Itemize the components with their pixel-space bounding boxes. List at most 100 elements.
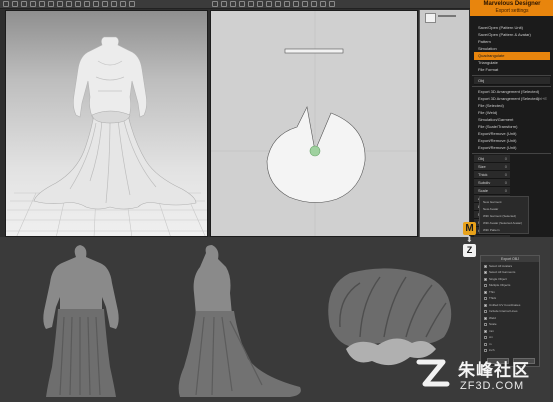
free-sewing-icon[interactable]	[284, 1, 290, 7]
texture-edit-icon[interactable]	[320, 1, 326, 7]
context-item[interactable]: New Avatar	[483, 207, 527, 212]
dialog-option[interactable]: Select All Garments	[484, 270, 538, 275]
texture-icon[interactable]	[66, 1, 72, 7]
pin-tool-icon[interactable]	[30, 1, 36, 7]
checkbox-icon[interactable]	[484, 343, 487, 346]
rotate-tool-icon[interactable]	[21, 1, 27, 7]
internal-line-icon[interactable]	[257, 1, 263, 7]
export-obj-dialog: Export OBJ Select All Avatars Select All…	[480, 255, 540, 367]
edit-curve-icon[interactable]	[293, 1, 299, 7]
divider	[472, 153, 551, 154]
fold-tool-icon[interactable]	[39, 1, 45, 7]
dialog-option-label: Thin	[489, 290, 495, 294]
rectangle-tool-icon[interactable]	[239, 1, 245, 7]
render-icon[interactable]	[102, 1, 108, 7]
curvature-icon[interactable]	[302, 1, 308, 7]
watermark-latin: ZF3D.COM	[460, 380, 525, 392]
property-row[interactable]: Obj 0	[474, 155, 510, 163]
avatar-icon[interactable]	[75, 1, 81, 7]
dialog-option-label: Select All Garments	[489, 270, 516, 274]
context-item[interactable]: New Garment	[483, 200, 527, 205]
dialog-option-label: Thick	[489, 296, 497, 300]
property-label: Thick	[478, 172, 488, 177]
pattern-transform-icon[interactable]	[221, 1, 227, 7]
dialog-option[interactable]: cm	[484, 335, 538, 340]
viewport-2d[interactable]	[210, 10, 418, 237]
dialog-option-label: Scale	[489, 322, 497, 326]
dialog-option[interactable]: Single Object	[484, 277, 538, 282]
dialog-option[interactable]: m	[484, 342, 538, 347]
checkbox-icon[interactable]	[484, 278, 487, 281]
dialog-option[interactable]: Weld	[484, 316, 538, 321]
annotation-icon[interactable]	[329, 1, 335, 7]
property-value: 0	[504, 164, 507, 169]
pattern-select-icon[interactable]	[212, 1, 218, 7]
checkbox-icon[interactable]	[484, 349, 487, 352]
camera-icon[interactable]	[93, 1, 99, 7]
dialog-option-label: Weld	[489, 316, 496, 320]
trace-icon[interactable]	[311, 1, 317, 7]
select-tool-icon[interactable]	[3, 1, 9, 7]
draped-cloth-render	[328, 268, 452, 366]
polygon-tool-icon[interactable]	[230, 1, 236, 7]
dart-tool-icon[interactable]	[266, 1, 272, 7]
dialog-option[interactable]: inch	[484, 348, 538, 353]
property-row[interactable]: Scale 0	[474, 187, 510, 195]
viewport-3d[interactable]	[5, 10, 208, 237]
export-item[interactable]: Export/Remove (Unit)	[474, 144, 550, 152]
checkbox-icon[interactable]	[484, 284, 487, 287]
dialog-option[interactable]: Scale	[484, 322, 538, 327]
context-item[interactable]: With Pattern	[483, 228, 527, 233]
dialog-option-label: cm	[489, 335, 493, 339]
dialog-option[interactable]: Select All Avatars	[484, 264, 538, 269]
menu-item[interactable]: File Format	[474, 66, 550, 74]
dialog-option[interactable]: Multiple Objects	[484, 283, 538, 288]
property-label: Subdiv	[478, 180, 491, 185]
property-value: 0	[504, 180, 507, 185]
gizmo-icon[interactable]	[129, 1, 135, 7]
context-item[interactable]: With Avatar (Selected Avatar)	[483, 221, 527, 226]
floating-context-list: New Garment New Avatar With Garment (Sel…	[479, 196, 529, 234]
checkbox-icon[interactable]	[484, 330, 487, 333]
move-tool-icon[interactable]	[12, 1, 18, 7]
figure-front-render	[43, 245, 119, 397]
layer-icon[interactable]	[120, 1, 126, 7]
property-value: 0	[504, 172, 507, 177]
pattern-grid	[211, 11, 417, 236]
property-row[interactable]: Subdiv 0	[474, 179, 510, 187]
dialog-option[interactable]: Thick	[484, 296, 538, 301]
waistband-pattern[interactable]	[284, 48, 344, 54]
avatar-garment-3d	[6, 36, 207, 236]
checkbox-icon[interactable]	[484, 323, 487, 326]
checkbox-icon[interactable]	[484, 317, 487, 320]
checkbox-icon[interactable]	[484, 271, 487, 274]
property-label: Size	[478, 164, 486, 169]
measure-icon[interactable]	[57, 1, 63, 7]
garment-icon[interactable]	[84, 1, 90, 7]
view-icon[interactable]	[111, 1, 117, 7]
sewing-tool-icon[interactable]	[275, 1, 281, 7]
checkbox-icon[interactable]	[484, 304, 487, 307]
property-value: 0	[504, 188, 507, 193]
property-label: Scale	[478, 188, 489, 193]
dialog-option[interactable]: Unified UV Coordinates	[484, 303, 538, 308]
dialog-option[interactable]: Include Internal Lines	[484, 309, 538, 314]
checkbox-icon[interactable]	[484, 265, 487, 268]
circle-tool-icon[interactable]	[248, 1, 254, 7]
format-select[interactable]: Obj	[474, 77, 550, 85]
property-row[interactable]: Size 0	[474, 163, 510, 171]
object-browser	[419, 10, 469, 237]
dialog-option[interactable]: mm	[484, 329, 538, 334]
simulate-icon[interactable]	[48, 1, 54, 7]
property-label: Obj	[478, 156, 485, 161]
checkbox-icon[interactable]	[484, 291, 487, 294]
property-row[interactable]: Thick 0	[474, 171, 510, 179]
checkbox-icon[interactable]	[484, 297, 487, 300]
context-item[interactable]: With Garment (Selected)	[483, 214, 527, 219]
checkbox-icon[interactable]	[484, 310, 487, 313]
checkbox-icon[interactable]	[484, 336, 487, 339]
dialog-option-label: Multiple Objects	[489, 283, 511, 287]
figure-side-render	[178, 245, 301, 397]
garment-thumbnail[interactable]	[425, 13, 436, 23]
dialog-option[interactable]: Thin	[484, 290, 538, 295]
